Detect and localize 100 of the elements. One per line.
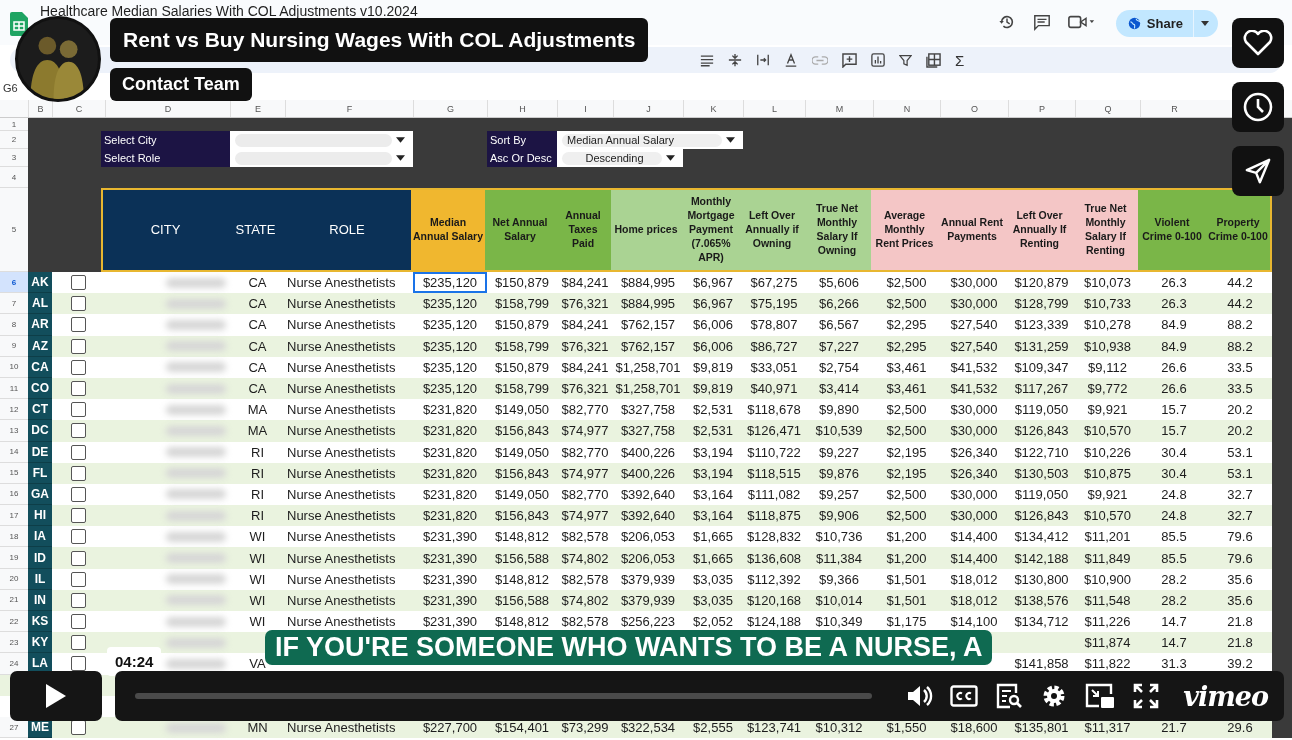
- video-camera-icon[interactable]: [1067, 13, 1095, 31]
- checkbox[interactable]: [71, 508, 86, 524]
- checkbox[interactable]: [71, 550, 86, 566]
- checkbox[interactable]: [71, 465, 86, 481]
- table-cell: $379,939: [620, 571, 676, 587]
- play-button[interactable]: [10, 671, 102, 721]
- like-button[interactable]: [1232, 18, 1284, 68]
- table-cell: $2,052: [693, 614, 733, 630]
- table-cell: $10,349: [815, 614, 863, 630]
- vimeo-logo[interactable]: vimeo: [1183, 680, 1268, 712]
- column-header[interactable]: K: [683, 100, 743, 117]
- table-cell: $231,390: [422, 614, 478, 630]
- functions-button[interactable]: Σ: [955, 51, 965, 69]
- column-header[interactable]: J: [613, 100, 683, 117]
- checkbox[interactable]: [71, 381, 86, 397]
- vertical-align-icon[interactable]: [728, 53, 742, 67]
- checkbox[interactable]: [71, 423, 86, 439]
- table-cell: 84.9: [1161, 338, 1187, 354]
- filter-label: Asc Or Desc: [487, 149, 557, 167]
- table-cell: Nurse Anesthetists: [287, 444, 396, 460]
- table-cell: $1,665: [693, 529, 733, 545]
- checkbox[interactable]: [71, 486, 86, 502]
- dropdown-field[interactable]: [230, 149, 413, 167]
- video-title[interactable]: Rent vs Buy Nursing Wages With COL Adjustments: [110, 18, 649, 62]
- table-cell: 29.6: [1227, 720, 1253, 736]
- selected-cell[interactable]: $235,120: [413, 272, 487, 294]
- column-header[interactable]: M: [805, 100, 873, 117]
- document-title[interactable]: Healthcare Median Salaries With COL Adjustments v10.2024: [40, 3, 418, 19]
- table-cell: $156,843: [494, 423, 550, 439]
- progress-track[interactable]: [135, 693, 873, 699]
- paper-plane-icon: [1244, 157, 1272, 185]
- chart-icon[interactable]: [871, 53, 885, 67]
- cell-reference[interactable]: G6: [3, 81, 18, 94]
- table-cell: $3,035: [693, 592, 733, 608]
- table-cell: $6,006: [693, 317, 733, 333]
- closed-captions-icon[interactable]: [950, 685, 979, 707]
- column-header[interactable]: O: [940, 100, 1008, 117]
- column-header[interactable]: G: [413, 100, 487, 117]
- text-rotation-icon[interactable]: [784, 53, 798, 67]
- contact-team-button[interactable]: Contact Team: [110, 68, 252, 101]
- transcript-search-icon[interactable]: [995, 682, 1024, 710]
- table-cell: $11,849: [1084, 550, 1131, 566]
- table-cell: 33.5: [1227, 359, 1253, 375]
- checkbox[interactable]: [71, 635, 86, 651]
- checkbox[interactable]: [71, 359, 86, 375]
- checkbox[interactable]: [71, 402, 86, 418]
- filter-icon[interactable]: [899, 53, 912, 67]
- picture-in-picture-icon[interactable]: [1085, 683, 1116, 709]
- state-code-cell: IN: [28, 589, 52, 611]
- table-icon[interactable]: [926, 52, 941, 68]
- history-icon[interactable]: [997, 13, 1016, 31]
- dropdown-field[interactable]: Descending: [557, 149, 683, 167]
- table-cell: $2,500: [886, 402, 927, 418]
- column-header[interactable]: Q: [1075, 100, 1140, 117]
- table-cell: CA: [248, 359, 267, 375]
- align-icon[interactable]: [700, 53, 714, 67]
- column-heading: Median Annual Salary: [411, 190, 485, 270]
- checkbox[interactable]: [71, 275, 86, 291]
- row-number: 20: [0, 568, 28, 590]
- checkbox[interactable]: [71, 338, 86, 354]
- table-cell: $84,241: [561, 359, 609, 375]
- checkbox[interactable]: [71, 614, 86, 630]
- table-cell: 24.8: [1161, 486, 1187, 502]
- table-cell: 53.1: [1227, 465, 1253, 481]
- table-cell: $118,515: [747, 465, 801, 481]
- checkbox[interactable]: [71, 317, 86, 333]
- column-header[interactable]: P: [1008, 100, 1075, 117]
- table-cell: 24.8: [1161, 508, 1187, 524]
- checkbox[interactable]: [71, 529, 86, 545]
- row-number: 11: [0, 377, 28, 400]
- checkbox[interactable]: [71, 444, 86, 460]
- watch-later-button[interactable]: [1232, 82, 1284, 132]
- dropdown-field[interactable]: [230, 131, 413, 149]
- table-cell: $126,843: [1014, 423, 1069, 439]
- checkbox[interactable]: [71, 592, 86, 608]
- share-options-button[interactable]: [1193, 10, 1218, 37]
- column-header[interactable]: I: [557, 100, 613, 117]
- table-cell: $1,200: [886, 529, 927, 545]
- table-cell: 20.2: [1227, 402, 1253, 418]
- blurred-city-placeholder: [166, 595, 226, 606]
- fullscreen-icon[interactable]: [1132, 682, 1161, 710]
- checkbox[interactable]: [71, 296, 86, 312]
- column-header[interactable]: H: [487, 100, 557, 117]
- text-wrap-icon[interactable]: [756, 53, 770, 67]
- table-cell: Nurse Anesthetists: [287, 550, 396, 566]
- table-cell: $154,401: [494, 720, 550, 736]
- share-video-button[interactable]: [1232, 146, 1284, 196]
- share-button[interactable]: Share: [1115, 10, 1193, 37]
- dropdown-field[interactable]: Median Annual Salary: [557, 131, 743, 149]
- add-comment-icon[interactable]: [842, 52, 857, 68]
- column-header[interactable]: L: [743, 100, 805, 117]
- table-cell: $74,977: [561, 465, 609, 481]
- column-header[interactable]: F: [285, 100, 413, 117]
- column-header[interactable]: R: [1140, 100, 1208, 117]
- table-cell: $30,000: [950, 486, 998, 502]
- spreadsheet-logo-icon[interactable]: [10, 12, 28, 36]
- comment-icon[interactable]: [1032, 13, 1051, 31]
- column-header[interactable]: N: [873, 100, 940, 117]
- checkbox[interactable]: [71, 571, 86, 587]
- checkbox[interactable]: [71, 656, 86, 672]
